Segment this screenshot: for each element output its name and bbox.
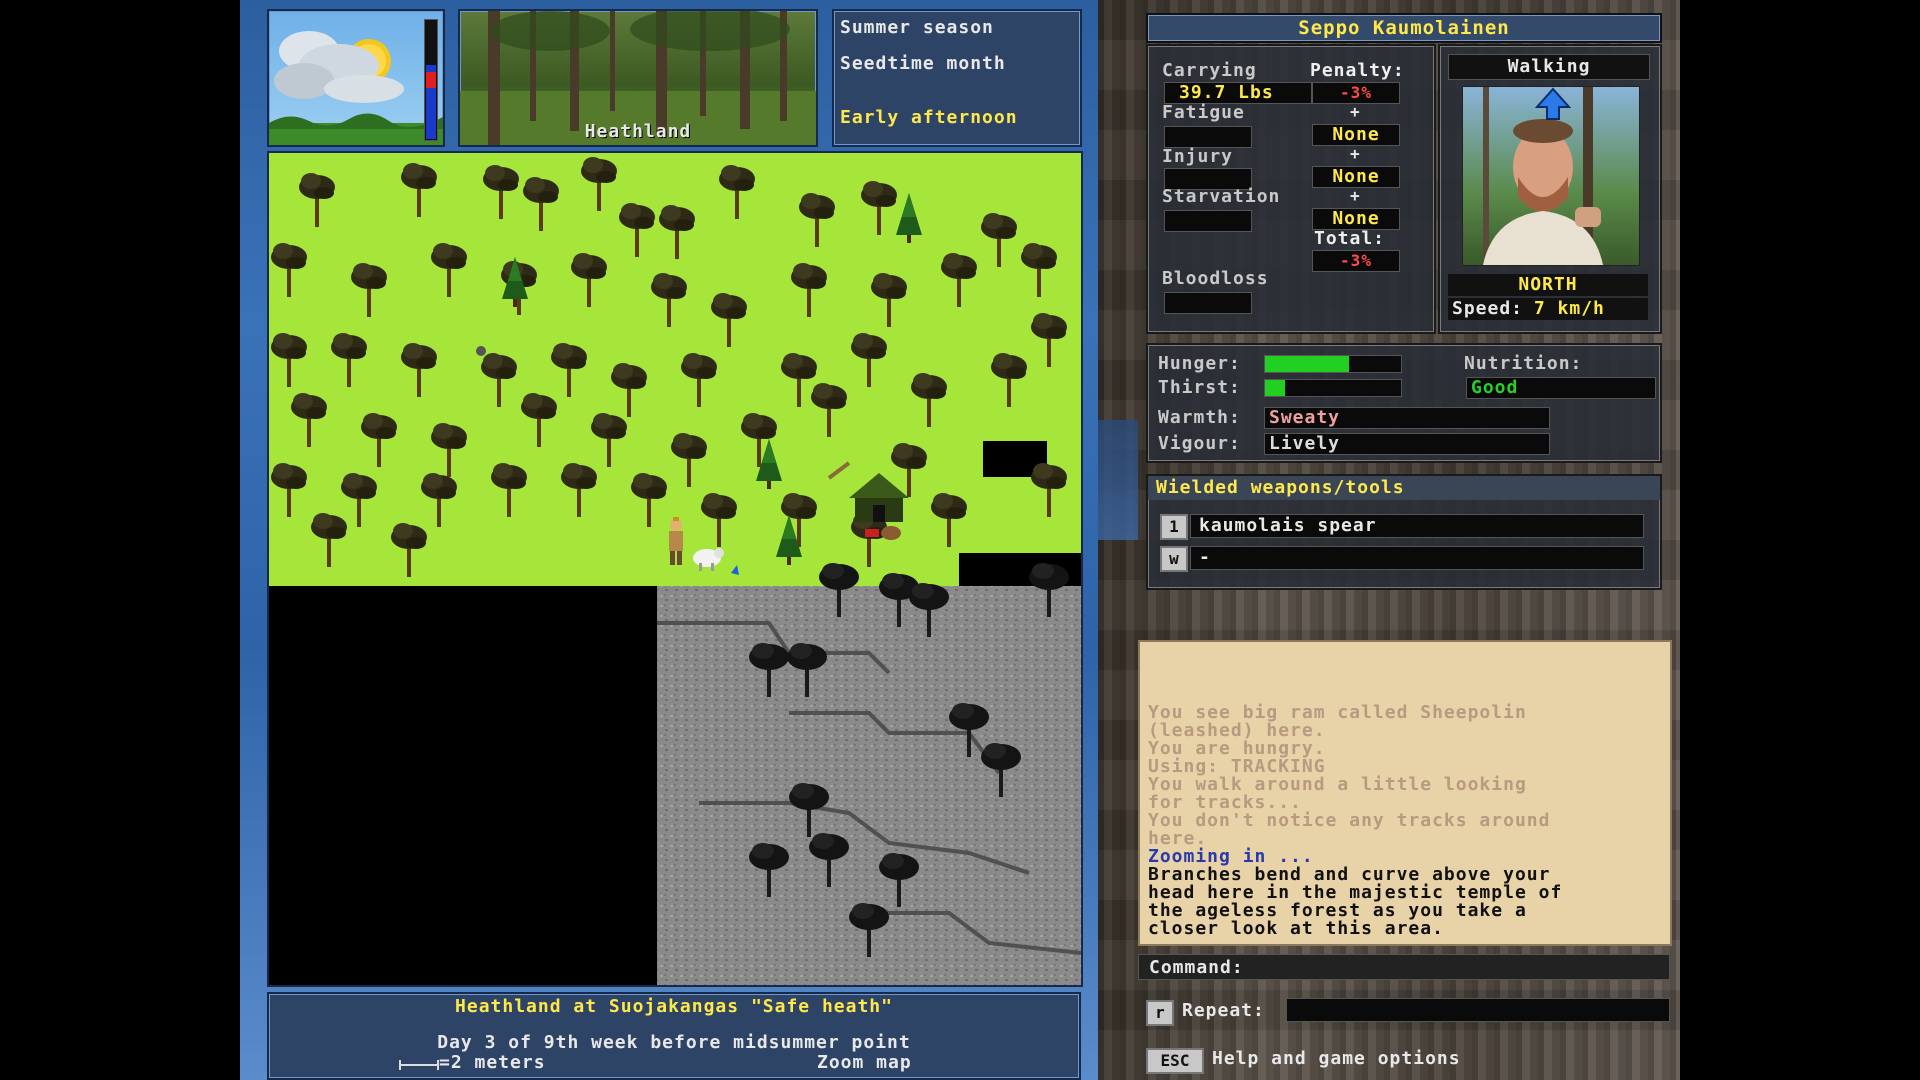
thirst-label: Thirst: [1158,377,1241,398]
speed-row: Speed: 7 km/h [1448,298,1648,320]
scale-bar-icon [399,1060,439,1070]
weapon-slot-w-key[interactable]: w [1160,546,1188,572]
fatigue-label: Fatigue [1162,102,1245,123]
log-lines: You see big ram called Sheepolin (leashed… [1148,704,1562,938]
fatigue-bar [1164,126,1252,148]
thirst-bar-fill [1265,380,1286,396]
warmth-label: Warmth: [1158,407,1241,428]
command-label: Command: [1149,957,1244,978]
scale-label: =2 meters [439,1052,546,1073]
penalty-value: -3% [1312,82,1400,104]
nutrition-value: Good [1466,377,1656,399]
fatigue-value: None [1312,124,1400,146]
repeat-input[interactable] [1286,998,1670,1022]
bloodloss-bar [1164,292,1252,314]
season-text: Summer season [840,17,994,38]
repeat-key[interactable]: r [1146,1000,1174,1026]
portrait-panel: Walking NORTH Speed: 7 km/h [1438,44,1662,334]
temperature-gauge [424,19,438,141]
weapons-title: Wielded weapons/tools [1148,476,1660,500]
total-value: -3% [1312,250,1400,272]
time-of-day-text: Early afternoon [840,107,1018,128]
weapons-panel: Wielded weapons/tools 1 kaumolais spear … [1146,474,1662,590]
date-line: Day 3 of 9th week before midsummer point [437,1032,911,1053]
bloodloss-label: Bloodloss [1162,268,1269,289]
starvation-bar [1164,210,1252,232]
hunger-label: Hunger: [1158,353,1241,374]
log-line: You don't notice any tracks around [1148,810,1551,831]
location-title: Heathland at Suojakangas "Safe heath" [455,996,893,1017]
facing-direction: NORTH [1448,274,1648,296]
plus-sign-1: + [1350,102,1361,121]
message-log[interactable]: You see big ram called Sheepolin (leashed… [1138,640,1672,946]
terrain-label: Heathland [584,121,692,142]
repeat-label: Repeat: [1182,1000,1265,1021]
carrying-value: 39.7 Lbs [1164,82,1312,104]
vigour-label: Vigour: [1158,433,1241,454]
lake-backdrop [1098,420,1138,540]
carrying-label: Carrying [1162,60,1257,81]
injury-value: None [1312,166,1400,188]
direction-arrow-icon [1535,87,1571,120]
total-label: Total: [1314,228,1386,249]
penalty-label: Penalty: [1310,60,1405,81]
needs-panel: Hunger: Thirst: Nutrition: Good Warmth: … [1146,343,1662,463]
location-panel: Heathland at Suojakangas "Safe heath" Da… [267,992,1081,1080]
zoom-map-button[interactable]: Zoom map [817,1052,912,1073]
starvation-value: None [1312,208,1400,230]
command-row: Command: [1138,954,1670,980]
thirst-bar [1264,379,1402,397]
plus-sign-2: + [1350,144,1361,163]
character-name: Seppo Kaumolainen [1146,13,1662,43]
character-portrait [1462,86,1640,266]
nutrition-label: Nutrition: [1464,353,1583,374]
speed-label: Speed: [1452,298,1524,319]
map-canvas[interactable] [269,153,1081,985]
vigour-value: Lively [1264,433,1550,455]
weapon-slot-w[interactable]: - [1190,546,1644,570]
time-panel: Summer season Seedtime month Early after… [832,9,1082,147]
movement-mode: Walking [1448,54,1650,80]
injury-label: Injury [1162,146,1234,167]
weather-panel [267,9,445,147]
command-input[interactable] [1263,957,1663,975]
plus-sign-3: + [1350,186,1361,205]
weapon-slot-1[interactable]: kaumolais spear [1190,514,1644,538]
warmth-value: Sweaty [1264,407,1550,429]
help-options-label[interactable]: Help and game options [1212,1048,1461,1069]
log-line: closer look at this area. [1148,918,1444,939]
status-panel: Carrying 39.7 Lbs Penalty: -3% Fatigue +… [1146,44,1436,334]
month-text: Seedtime month [840,53,1006,74]
terrain-panel: Heathland [458,9,818,147]
game-map[interactable] [267,151,1083,987]
weapon-slot-1-key[interactable]: 1 [1160,514,1188,540]
hunger-bar [1264,355,1402,373]
hunger-bar-fill [1265,356,1350,372]
speed-value: 7 km/h [1533,298,1605,319]
esc-key[interactable]: ESC [1146,1048,1204,1074]
weather-icon [269,31,443,145]
starvation-label: Starvation [1162,186,1281,207]
